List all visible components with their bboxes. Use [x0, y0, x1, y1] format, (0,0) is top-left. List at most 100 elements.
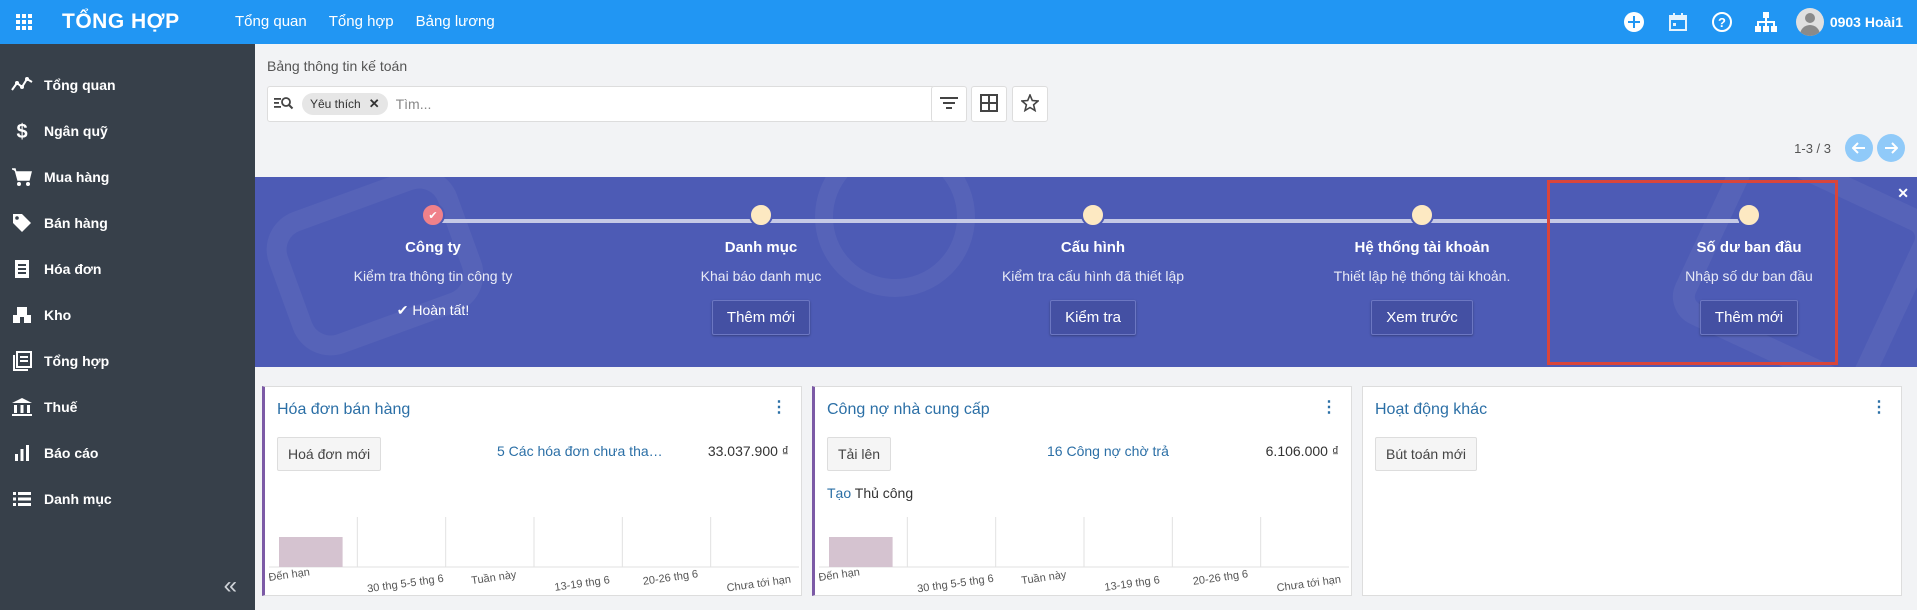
card-menu-icon[interactable]: ⋮	[771, 397, 787, 417]
chart-tick-label: Đến hạn	[819, 566, 861, 584]
sidebar-collapse-icon[interactable]: «	[224, 572, 237, 600]
unpaid-invoices-link[interactable]: 5 Các hóa đơn chưa than...	[497, 443, 667, 459]
add-circle-icon[interactable]	[1612, 0, 1656, 44]
chart-tick-label: 30 thg 5-5 thg 6	[367, 573, 445, 596]
search-bar: Yêu thích ✕	[267, 86, 935, 122]
card-title[interactable]: Công nợ nhà cung cấp	[827, 401, 990, 419]
chart-bar[interactable]	[279, 537, 343, 567]
chart-tick-label: Chưa tới hạn	[1276, 574, 1342, 595]
sidebar-item-label: Thuế	[44, 399, 78, 415]
sidebar-item-sales[interactable]: Bán hàng	[0, 200, 255, 246]
step-catalog-add-button[interactable]: Thêm mới	[711, 300, 811, 335]
bank-icon	[10, 395, 34, 419]
bills-to-pay-link[interactable]: 16 Công nợ chờ trả	[1047, 443, 1217, 459]
chart-tick-label: 13-19 thg 6	[1104, 574, 1161, 594]
card-menu-icon[interactable]: ⋮	[1871, 397, 1887, 417]
sidebar-item-label: Ngân quỹ	[44, 123, 108, 139]
step-done-check-icon: ✔	[421, 203, 445, 227]
step-dot	[1081, 203, 1105, 227]
apps-menu-icon[interactable]	[2, 0, 46, 44]
step-desc: Kiểm tra cấu hình đã thiết lập	[1001, 268, 1185, 284]
step-accounts-preview-button[interactable]: Xem trước	[1371, 300, 1473, 335]
vendor-aging-chart: Đến hạn 30 thg 5-5 thg 6 Tuần này 13-19 thg…	[819, 517, 1349, 595]
help-icon[interactable]: ?	[1700, 0, 1744, 44]
chart-tick-label: 13-19 thg 6	[554, 574, 611, 594]
card-amount: 6.106.000 ₫	[1265, 443, 1339, 459]
sidebar-item-warehouse[interactable]: Kho	[0, 292, 255, 338]
card-sales-invoices: Hóa đơn bán hàng ⋮ Hoá đơn mới 5 Các hóa…	[262, 386, 802, 596]
sidebar-item-tax[interactable]: Thuế	[0, 384, 255, 430]
sidebar-item-label: Báo cáo	[44, 445, 99, 461]
step-title: Danh mục	[724, 239, 798, 256]
sidebar-item-label: Hóa đơn	[44, 261, 102, 277]
upload-button[interactable]: Tải lên	[827, 437, 892, 471]
receipt-icon	[10, 257, 34, 281]
search-options-icon[interactable]	[274, 95, 294, 114]
step-title: Công ty	[405, 239, 461, 256]
chart-tick-label: 20-26 thg 6	[1192, 568, 1249, 588]
topnav-general[interactable]: Tổng hợp	[318, 0, 405, 44]
step-dot	[749, 203, 773, 227]
sidebar-item-reports[interactable]: Báo cáo	[0, 430, 255, 476]
chart-tick-label: 20-26 thg 6	[642, 568, 699, 588]
star-icon	[1020, 92, 1040, 115]
sidebar-item-invoice[interactable]: Hóa đơn	[0, 246, 255, 292]
sales-aging-chart: Đến hạn 30 thg 5-5 thg 6 Tuần này 13-19 thg…	[269, 517, 799, 596]
chart-bar[interactable]	[829, 537, 893, 567]
pager-value[interactable]: 1-3 / 3	[1794, 141, 1831, 156]
card-menu-icon[interactable]: ⋮	[1321, 397, 1337, 417]
chart-tick-label: Chưa tới hạn	[726, 574, 792, 595]
chart-tick-label: Tuần này	[1020, 569, 1067, 587]
onboarding-banner: ✔ Công ty Kiểm tra thông tin công ty ✔ H…	[255, 177, 1917, 367]
sidebar-item-treasury[interactable]: $ Ngân quỹ	[0, 108, 255, 154]
onboarding-step-config: Cấu hình Kiểm tra cấu hình đã thiết lập …	[928, 203, 1258, 335]
step-done-label: ✔ Hoàn tất!	[396, 302, 470, 318]
banner-close-icon[interactable]: ✕	[1897, 185, 1909, 202]
onboarding-step-accounts: Hệ thống tài khoản Thiết lập hệ thống tà…	[1257, 203, 1587, 335]
username: 0903 Hoài1	[1829, 14, 1903, 30]
step-config-check-button[interactable]: Kiểm tra	[1050, 300, 1136, 335]
step-dot	[1410, 203, 1434, 227]
bar-chart-icon	[10, 441, 34, 465]
card-amount: 33.037.900 ₫	[707, 443, 789, 459]
new-journal-entry-button[interactable]: Bút toán mới	[1375, 437, 1477, 471]
activity-icon	[10, 73, 34, 97]
pager-next-icon[interactable]	[1877, 134, 1905, 162]
cart-icon	[10, 165, 34, 189]
app-brand: TỔNG HỢP	[62, 10, 180, 33]
breadcrumb: Bảng thông tin kế toán	[267, 58, 408, 74]
sidebar-item-purchase[interactable]: Mua hàng	[0, 154, 255, 200]
filter-button[interactable]	[931, 86, 967, 122]
step-desc: Kiểm tra thông tin công ty	[353, 268, 513, 284]
top-bar: TỔNG HỢP Tổng quan Tổng hợp Bảng lương ?…	[0, 0, 1917, 44]
pager-prev-icon[interactable]	[1845, 134, 1873, 162]
search-facet: Yêu thích ✕	[302, 93, 388, 115]
manual-label: Thủ công	[851, 485, 914, 501]
sidebar-item-label: Kho	[44, 307, 72, 323]
topnav-payroll[interactable]: Bảng lương	[405, 0, 506, 44]
card-title[interactable]: Hoạt động khác	[1375, 401, 1487, 419]
card-title[interactable]: Hóa đơn bán hàng	[277, 401, 410, 419]
new-invoice-button[interactable]: Hoá đơn mới	[277, 437, 382, 471]
user-menu[interactable]: 0903 Hoài1	[1795, 8, 1903, 36]
topnav-overview[interactable]: Tổng quan	[224, 0, 318, 44]
org-chart-icon[interactable]	[1744, 0, 1788, 44]
calendar-icon[interactable]	[1656, 0, 1700, 44]
facet-remove-icon[interactable]: ✕	[369, 96, 380, 112]
manual-create: Tạo Thủ công	[827, 485, 913, 501]
create-link[interactable]: Tạo	[827, 485, 851, 501]
tag-icon	[10, 211, 34, 235]
sidebar-item-catalog[interactable]: Danh mục	[0, 476, 255, 522]
sidebar-item-overview[interactable]: Tổng quan	[0, 62, 255, 108]
sidebar-item-label: Mua hàng	[44, 169, 110, 185]
main-content: Bảng thông tin kế toán Yêu thích ✕ 1-3 /…	[255, 44, 1917, 610]
sidebar-item-general[interactable]: Tổng hợp	[0, 338, 255, 384]
sidebar-item-label: Tổng quan	[44, 77, 116, 93]
sidebar-item-label: Bán hàng	[44, 215, 108, 231]
search-input[interactable]	[395, 96, 796, 112]
favorites-button[interactable]	[1012, 86, 1048, 122]
highlight-box	[1547, 180, 1838, 365]
groupby-button[interactable]	[971, 86, 1007, 122]
step-title: Cấu hình	[1060, 239, 1126, 256]
grid-icon	[980, 93, 998, 115]
